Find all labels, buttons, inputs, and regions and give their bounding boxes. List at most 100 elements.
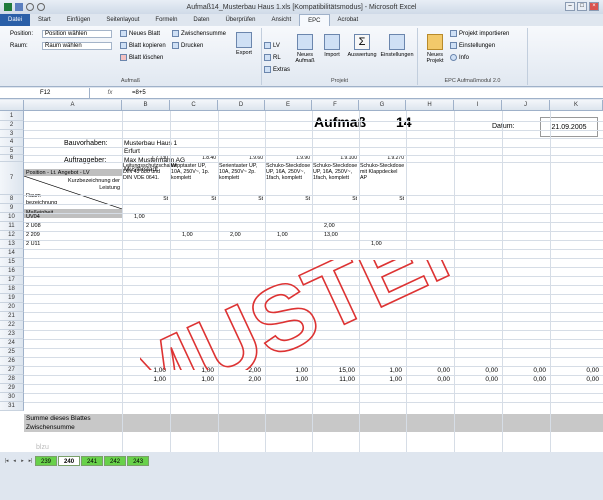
raum-cell[interactable]: UV04 [26,214,40,221]
row-header[interactable]: 4 [0,138,24,147]
raum-cell[interactable]: 2 U11 [26,241,40,248]
zwischensumme-cell[interactable]: 1,00 [170,376,214,383]
row-header[interactable]: 19 [0,294,24,303]
row-header[interactable]: 9 [0,204,24,213]
zwischensumme-cell[interactable]: 11,00 [312,376,355,383]
row-header[interactable]: 3 [0,130,24,138]
zwischensumme-cell[interactable]: 0,00 [454,376,498,383]
position-number[interactable]: 1.9.100 [313,155,357,162]
summe-cell[interactable]: 0,00 [406,367,450,374]
first-sheet-icon[interactable]: |◂ [3,457,10,465]
drucken-button[interactable]: Drucken [172,42,203,49]
auswertung-button[interactable]: Σ Auswertung [346,34,378,58]
row-header[interactable]: 21 [0,312,24,321]
column-header-j[interactable]: J [502,100,550,111]
unit-cell[interactable]: St [313,196,357,203]
position-description[interactable]: Leitungsschutzschalter DIN 43 880 und DI… [123,163,177,181]
tab-formeln[interactable]: Formeln [147,14,185,26]
quantity-cell[interactable]: 1,00 [371,241,382,248]
zwischensumme-cell[interactable]: 2,00 [218,376,261,383]
unit-cell[interactable]: St [360,196,404,203]
prev-sheet-icon[interactable]: ◂ [11,457,18,465]
row-header[interactable]: 6 [0,155,24,162]
zwischensumme-cell[interactable]: 1,00 [265,376,308,383]
quantity-cell[interactable]: 2,00 [324,223,335,230]
quantity-cell[interactable]: 1,00 [182,232,193,239]
row-header[interactable]: 17 [0,276,24,285]
blatt-loeschen-button[interactable]: Blatt löschen [120,54,163,61]
bauvorhaben-2[interactable]: Erfurt [124,148,140,155]
import-button[interactable]: Import [320,34,344,58]
worksheet[interactable]: A B C D E F G H I J K 1 2 3 4 5 6 7 8 9 10 11 12 13 1… [0,100,603,452]
row-header[interactable]: 12 [0,231,24,240]
row-header[interactable]: 28 [0,375,24,384]
position-description[interactable]: Schuko-Steckdose UP, 16A, 250V~, 1fach, … [313,163,358,181]
raum-dropdown[interactable]: Raum wählen [42,42,112,50]
neues-aufmass-button[interactable]: Neues Aufmaß [292,34,318,64]
column-header-c[interactable]: C [170,100,218,111]
cell-grid[interactable]: Aufmaß 14 Datum: 21.09.2005 Bauvorhaben:… [24,111,603,452]
row-header[interactable]: 11 [0,222,24,231]
row-header[interactable]: 20 [0,303,24,312]
tab-start[interactable]: Start [30,14,59,26]
row-header[interactable]: 13 [0,240,24,249]
column-header-h[interactable]: H [406,100,454,111]
column-header-f[interactable]: F [312,100,359,111]
formula-input[interactable]: =8+5 [130,90,146,96]
tab-ansicht[interactable]: Ansicht [263,14,299,26]
quantity-cell[interactable]: 2,00 [230,232,241,239]
column-header-b[interactable]: B [122,100,170,111]
quantity-cell[interactable]: 1,00 [134,214,145,221]
row-header[interactable]: 27 [0,366,24,375]
row-header[interactable]: 14 [0,249,24,258]
summe-cell[interactable]: 1,00 [122,367,166,374]
einstellungen2-button[interactable]: Einstellungen [450,42,495,49]
row-header[interactable]: 2 [0,121,24,130]
tab-datei[interactable]: Datei [0,14,31,26]
row-header[interactable]: 16 [0,267,24,276]
tab-daten[interactable]: Daten [185,14,217,26]
row-header[interactable]: 29 [0,384,24,393]
row-header[interactable]: 15 [0,258,24,267]
blatt-kopieren-button[interactable]: Blatt kopieren [120,42,166,49]
info-button[interactable]: Info [450,54,469,61]
row-header[interactable]: 26 [0,357,24,366]
row-header[interactable]: 1 [0,111,24,121]
position-dropdown[interactable]: Position wählen [42,30,112,38]
zwischensumme-cell[interactable]: 0,00 [502,376,546,383]
position-description[interactable]: Schuko-Steckdose UP, 16A, 250V~, 1fach, … [266,163,311,181]
row-header[interactable]: 5 [0,147,24,155]
position-description[interactable]: Serientaster UP, 10A, 250V~ 2p. komplett [219,163,264,181]
raum-cell[interactable]: 2 209 [26,232,40,239]
neues-projekt-button[interactable]: Neues Projekt [422,34,448,64]
zwischensumme-cell[interactable]: 1,00 [122,376,166,383]
summe-cell[interactable]: 0,00 [550,367,599,374]
tab-einfuegen[interactable]: Einfügen [59,14,99,26]
column-header-i[interactable]: I [454,100,502,111]
zwischensumme-cell[interactable]: 0,00 [550,376,599,383]
column-header-a[interactable]: A [24,100,122,111]
next-sheet-icon[interactable]: ▸ [19,457,26,465]
extras-button[interactable]: Extras [264,66,290,73]
position-number[interactable]: 1.9.60 [219,155,263,162]
fx-icon[interactable]: fx [90,90,130,96]
unit-cell[interactable]: St [266,196,310,203]
position-number[interactable]: 1.9.90 [266,155,310,162]
row-header[interactable]: 25 [0,348,24,357]
tab-ueberpruefen[interactable]: Überprüfen [217,14,263,26]
summe-cell[interactable]: 1,00 [265,367,308,374]
row-header[interactable]: 24 [0,339,24,348]
name-box[interactable]: F12 [0,88,90,98]
raum-cell[interactable]: 2 U08 [26,223,41,230]
unit-cell[interactable]: St [171,196,216,203]
quantity-cell[interactable]: 13,00 [324,232,338,239]
sheet-tab-241[interactable]: 241 [81,456,104,466]
datum-value[interactable]: 21.09.2005 [540,117,598,137]
tab-acrobat[interactable]: Acrobat [330,14,367,26]
lv-button[interactable]: LV [264,42,280,49]
sheet-tab-242[interactable]: 242 [104,456,127,466]
column-header-k[interactable]: K [550,100,603,111]
position-description[interactable]: Wipptaster UP, 10A, 250V~, 1p. komplett [171,163,217,181]
minimize-icon[interactable]: – [565,2,575,11]
zwischensumme-button[interactable]: Zwischensumme [172,30,226,37]
